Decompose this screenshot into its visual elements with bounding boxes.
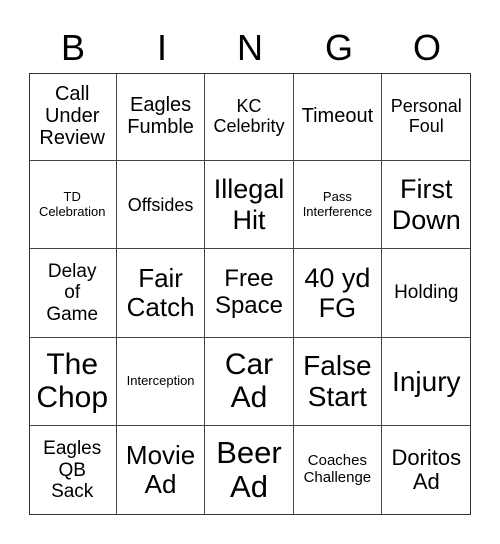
bingo-cell-label: Holding: [394, 282, 459, 304]
bingo-cell-label: The Chop: [36, 347, 109, 415]
bingo-cell[interactable]: Timeout: [293, 72, 383, 161]
bingo-cell-label: Interception: [126, 373, 195, 389]
header-letter-o: O: [412, 27, 441, 68]
bingo-cell-label: Delay of Game: [46, 261, 99, 325]
bingo-cell[interactable]: False Start: [293, 337, 383, 427]
bingo-cell[interactable]: Doritos Ad: [382, 426, 470, 514]
bingo-cell-label: Eagles Fumble: [127, 93, 194, 139]
bingo-cell[interactable]: Car Ad: [205, 337, 294, 427]
bingo-cell-label: 40 yd FG: [304, 262, 371, 323]
bingo-cell[interactable]: First Down: [382, 161, 471, 250]
bingo-cell-label: Timeout: [301, 105, 374, 127]
bingo-cell[interactable]: Illegal Hit: [205, 160, 294, 250]
bingo-cell-label: KC Celebrity: [213, 96, 285, 137]
bingo-cell[interactable]: Call Under Review: [28, 72, 117, 161]
bingo-cell[interactable]: Fair Catch: [116, 249, 206, 338]
bingo-cell[interactable]: KC Celebrity: [205, 72, 294, 161]
bingo-cell[interactable]: Holding: [382, 249, 471, 338]
bingo-cell[interactable]: Eagles Fumble: [116, 72, 206, 161]
header-letter-g: G: [324, 27, 353, 68]
bingo-cell-label: Illegal Hit: [213, 174, 285, 235]
bingo-cell[interactable]: Delay of Game: [28, 249, 117, 338]
bingo-cell-label: TD Celebration: [38, 189, 106, 219]
bingo-cell-label: Call Under Review: [39, 82, 105, 150]
bingo-cell-label: Offsides: [127, 194, 194, 215]
bingo-cell-label: Car Ad: [224, 347, 274, 415]
bingo-cell[interactable]: Movie Ad: [117, 426, 206, 515]
bingo-cell[interactable]: Interception: [116, 337, 206, 427]
bingo-cell[interactable]: TD Celebration: [28, 160, 117, 250]
bingo-cell[interactable]: Free Space: [205, 249, 294, 338]
bingo-cell-label: Personal Foul: [390, 96, 462, 137]
bingo-cell-label: Beer Ad: [216, 434, 282, 505]
bingo-grid: Call Under Review Eagles Fumble KC Celebri…: [28, 72, 471, 515]
bingo-cell[interactable]: Beer Ad: [205, 426, 294, 515]
bingo-cell[interactable]: Injury: [382, 338, 471, 427]
header-letter-n: N: [237, 27, 263, 68]
bingo-cell-label: Free Space: [214, 265, 284, 319]
bingo-cell[interactable]: Personal Foul: [382, 73, 471, 161]
header-letter-b: B: [60, 27, 85, 68]
header-letter-i: I: [156, 27, 167, 68]
bingo-cell-label: Movie Ad: [125, 440, 196, 500]
bingo-cell[interactable]: 40 yd FG: [293, 249, 383, 338]
bingo-cell-label: Fair Catch: [126, 262, 195, 322]
bingo-cell-label: Eagles QB Sack: [43, 438, 102, 502]
bingo-cell[interactable]: Coaches Challenge: [294, 426, 383, 515]
bingo-cell-label: Injury: [392, 365, 461, 397]
bingo-cell[interactable]: The Chop: [28, 337, 117, 427]
bingo-cell-label: Pass Interference: [302, 189, 373, 219]
bingo-cell-label: Coaches Challenge: [303, 452, 372, 487]
bingo-cell[interactable]: Eagles QB Sack: [29, 426, 117, 515]
bingo-cell-label: False Start: [303, 350, 372, 413]
bingo-cell[interactable]: Offsides: [116, 160, 206, 250]
bingo-cell-label: First Down: [391, 174, 461, 235]
bingo-cell-label: Doritos Ad: [391, 444, 462, 495]
bingo-cell[interactable]: Pass Interference: [293, 160, 383, 250]
